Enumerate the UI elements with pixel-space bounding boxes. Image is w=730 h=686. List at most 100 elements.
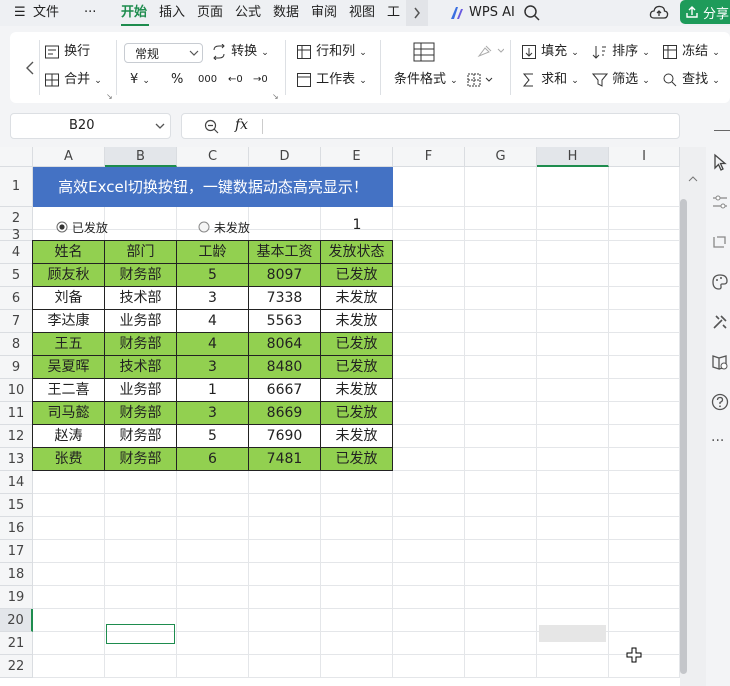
- tabs-scroll-right[interactable]: [406, 0, 428, 26]
- cloud-upload-icon[interactable]: [649, 3, 669, 23]
- row-header-6[interactable]: 6: [0, 287, 33, 310]
- row-header-7[interactable]: 7: [0, 310, 33, 333]
- active-cell-b20[interactable]: [106, 624, 175, 644]
- row-header-16[interactable]: 16: [0, 517, 33, 540]
- fill-button[interactable]: 填充 ⌄: [521, 43, 579, 61]
- table-cell[interactable]: 6: [177, 448, 249, 471]
- row-header-10[interactable]: 10: [0, 379, 33, 402]
- table-cell[interactable]: 业务部: [105, 310, 177, 333]
- tab-formula[interactable]: 公式: [235, 3, 261, 23]
- table-cell[interactable]: 已发放: [321, 356, 393, 379]
- autosum-button[interactable]: 求和 ⌄: [521, 71, 579, 89]
- row-header-5[interactable]: 5: [0, 264, 33, 287]
- number-dialog-launcher[interactable]: ↘: [272, 92, 279, 101]
- currency-format-button[interactable]: ¥ ⌄: [130, 71, 150, 89]
- table-header-cell[interactable]: 基本工资: [249, 241, 321, 264]
- table-cell[interactable]: 4: [177, 310, 249, 333]
- ribbon-scroll-left-icon[interactable]: [24, 60, 36, 76]
- conditional-format-button[interactable]: 条件格式 ⌄: [394, 71, 458, 89]
- table-cell[interactable]: 未发放: [321, 310, 393, 333]
- sheet-title[interactable]: 高效Excel切换按钮，一键数据动态高亮显示！: [33, 167, 393, 207]
- radio-paid[interactable]: 已发放: [56, 220, 108, 236]
- table-cell[interactable]: 1: [177, 379, 249, 402]
- table-cell[interactable]: 8064: [249, 333, 321, 356]
- tab-insert[interactable]: 插入: [159, 3, 185, 23]
- table-cell[interactable]: 8097: [249, 264, 321, 287]
- table-cell[interactable]: 李达康: [33, 310, 105, 333]
- column-header-f[interactable]: F: [393, 147, 465, 167]
- table-cell[interactable]: 5563: [249, 310, 321, 333]
- table-cell[interactable]: 3: [177, 402, 249, 425]
- row-header-18[interactable]: 18: [0, 563, 33, 586]
- row-header-12[interactable]: 12: [0, 425, 33, 448]
- table-header-cell[interactable]: 工龄: [177, 241, 249, 264]
- table-header-cell[interactable]: 部门: [105, 241, 177, 264]
- minimize-icon[interactable]: [714, 130, 730, 131]
- table-cell[interactable]: 7481: [249, 448, 321, 471]
- row-header-19[interactable]: 19: [0, 586, 33, 609]
- share-button[interactable]: 分享: [680, 0, 730, 24]
- row-header-21[interactable]: 21: [0, 632, 33, 655]
- cell-h20[interactable]: [539, 625, 606, 642]
- function-wizard-button[interactable]: fx: [235, 117, 248, 133]
- table-cell[interactable]: 赵涛: [33, 425, 105, 448]
- table-cell[interactable]: 已发放: [321, 264, 393, 287]
- row-header-20[interactable]: 20: [0, 609, 33, 632]
- borders-icon[interactable]: [466, 72, 496, 88]
- select-all-corner[interactable]: [0, 147, 33, 167]
- select-pointer-icon[interactable]: [711, 153, 729, 171]
- alignment-dialog-launcher[interactable]: ↘: [106, 92, 113, 101]
- settings-sliders-icon[interactable]: [711, 193, 729, 211]
- increase-decimal-button[interactable]: ←0: [228, 71, 243, 89]
- percent-format-button[interactable]: %: [171, 71, 183, 89]
- table-header-cell[interactable]: 发放状态: [321, 241, 393, 264]
- column-header-g[interactable]: G: [465, 147, 537, 167]
- table-cell[interactable]: 8669: [249, 402, 321, 425]
- table-cell[interactable]: 已发放: [321, 448, 393, 471]
- table-cell[interactable]: 财务部: [105, 333, 177, 356]
- column-header-d[interactable]: D: [249, 147, 321, 167]
- thousands-separator-button[interactable]: 000: [198, 71, 217, 89]
- rows-cols-button[interactable]: 行和列 ⌄: [296, 43, 367, 61]
- search-icon[interactable]: [523, 4, 541, 22]
- transform-icon[interactable]: [711, 233, 729, 251]
- table-cell[interactable]: 5: [177, 264, 249, 287]
- table-cell[interactable]: 业务部: [105, 379, 177, 402]
- table-cell[interactable]: 吴夏晖: [33, 356, 105, 379]
- tab-review[interactable]: 审阅: [311, 3, 337, 23]
- table-cell[interactable]: 未发放: [321, 379, 393, 402]
- table-cell[interactable]: 未发放: [321, 425, 393, 448]
- more-options-icon[interactable]: ···: [711, 433, 724, 449]
- table-cell[interactable]: 8480: [249, 356, 321, 379]
- table-header-cell[interactable]: 姓名: [33, 241, 105, 264]
- table-cell[interactable]: 3: [177, 356, 249, 379]
- sort-button[interactable]: 排序 ⌄: [592, 43, 650, 61]
- name-box[interactable]: B20: [10, 113, 171, 139]
- scroll-up-icon[interactable]: [688, 175, 698, 183]
- table-cell[interactable]: 已发放: [321, 333, 393, 356]
- table-cell[interactable]: 5: [177, 425, 249, 448]
- table-cell[interactable]: 王二喜: [33, 379, 105, 402]
- table-cell[interactable]: 已发放: [321, 402, 393, 425]
- table-cell[interactable]: 7690: [249, 425, 321, 448]
- conditional-format-icon[interactable]: [412, 41, 436, 63]
- table-cell[interactable]: 财务部: [105, 425, 177, 448]
- worksheet-button[interactable]: 工作表 ⌄: [296, 71, 367, 89]
- table-cell[interactable]: 顾友秋: [33, 264, 105, 287]
- row-header-13[interactable]: 13: [0, 448, 33, 471]
- number-format-select[interactable]: 常规: [124, 43, 203, 63]
- row-header-1[interactable]: 1: [0, 167, 33, 207]
- table-cell[interactable]: 财务部: [105, 264, 177, 287]
- radio-unpaid[interactable]: 未发放: [198, 220, 250, 236]
- tab-page[interactable]: 页面: [197, 3, 223, 23]
- table-cell[interactable]: 3: [177, 287, 249, 310]
- column-header-a[interactable]: A: [33, 147, 105, 167]
- more-icon[interactable]: ···: [84, 3, 96, 23]
- table-cell[interactable]: 4: [177, 333, 249, 356]
- row-header-11[interactable]: 11: [0, 402, 33, 425]
- table-cell[interactable]: 刘备: [33, 287, 105, 310]
- row-header-15[interactable]: 15: [0, 494, 33, 517]
- freeze-button[interactable]: 冻结 ⌄: [662, 43, 720, 61]
- table-cell[interactable]: 财务部: [105, 448, 177, 471]
- table-cell[interactable]: 技术部: [105, 287, 177, 310]
